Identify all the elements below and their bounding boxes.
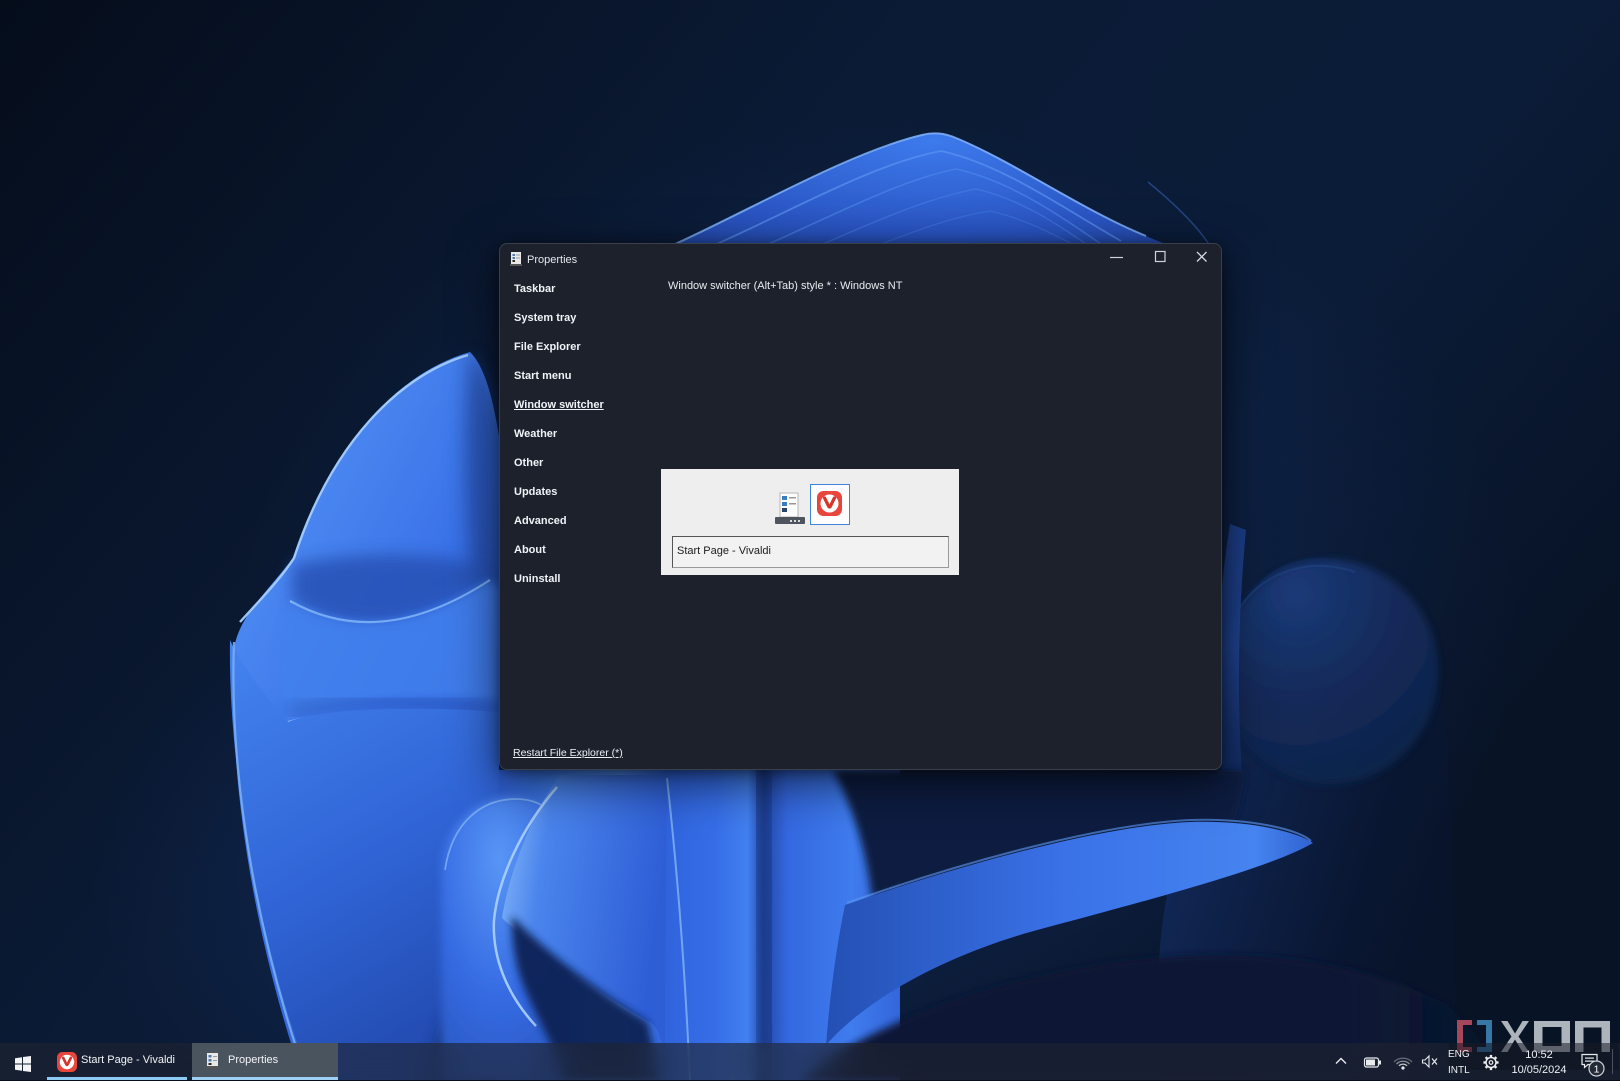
svg-text:1: 1	[1594, 1064, 1600, 1076]
